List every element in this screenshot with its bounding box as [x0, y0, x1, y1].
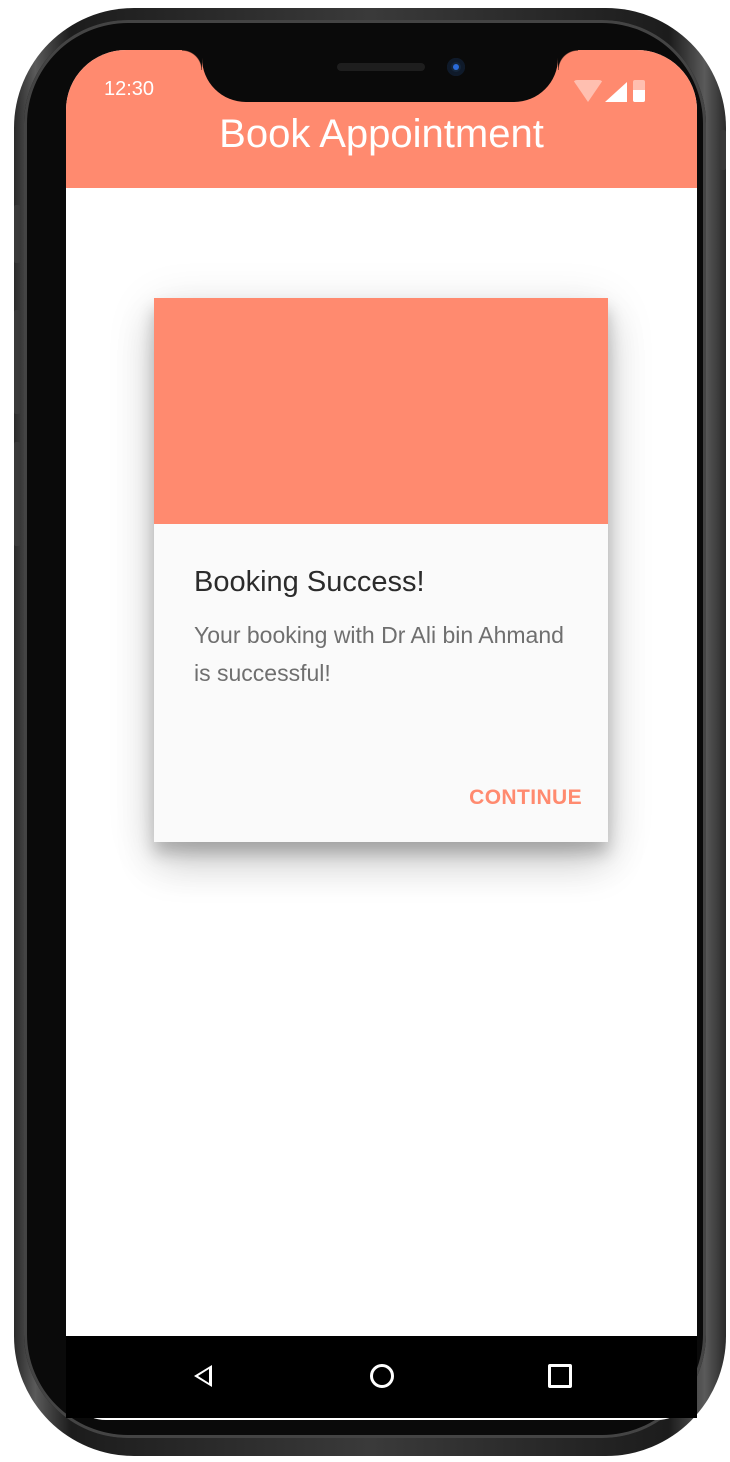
- recents-square-icon[interactable]: [548, 1364, 572, 1388]
- volume-down-button: [14, 442, 20, 546]
- system-nav-bar: [66, 1336, 697, 1418]
- continue-button[interactable]: CONTINUE: [469, 786, 582, 810]
- battery-icon: [633, 80, 645, 102]
- booking-success-dialog: Booking Success! Your booking with Dr Al…: [154, 298, 608, 842]
- silent-switch: [14, 205, 20, 263]
- power-button: [720, 130, 726, 170]
- home-circle-icon[interactable]: [370, 1364, 394, 1388]
- volume-up-button: [14, 310, 20, 414]
- dialog-message: Your booking with Dr Ali bin Ahmand is s…: [194, 622, 564, 686]
- wifi-icon: [573, 80, 603, 102]
- dialog-header-image: [154, 298, 608, 524]
- camera-icon: [447, 58, 465, 76]
- page-title: Book Appointment: [219, 112, 544, 156]
- status-time: 12:30: [104, 78, 155, 100]
- signal-icon: [605, 82, 627, 102]
- camera-notch: [182, 50, 578, 102]
- speaker-grille: [337, 63, 425, 71]
- status-icons: [573, 80, 653, 104]
- back-triangle-icon[interactable]: [194, 1365, 212, 1387]
- dialog-title: Booking Success!: [194, 566, 425, 598]
